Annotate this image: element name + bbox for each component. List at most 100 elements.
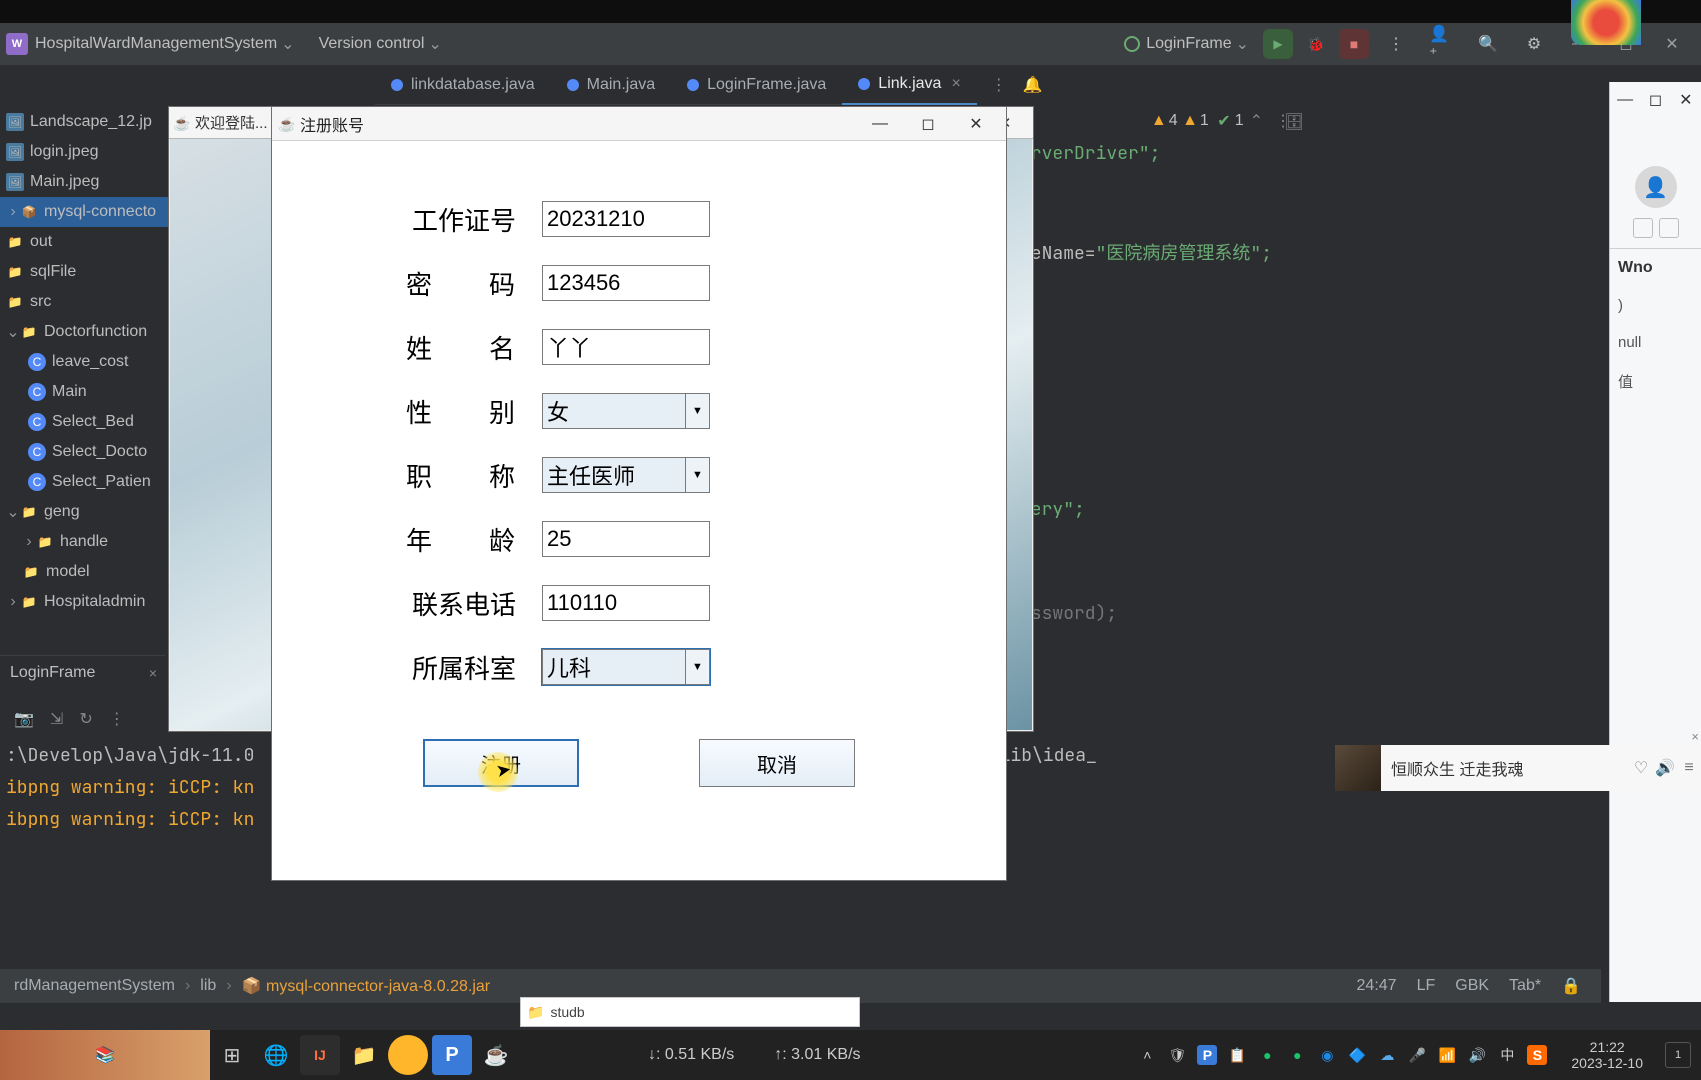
indent-setting[interactable]: Tab* <box>1509 977 1541 995</box>
tool-tab-close-icon[interactable]: × <box>149 665 157 681</box>
tree-class-select-doctor[interactable]: Select_Docto <box>0 437 170 467</box>
stop-button[interactable] <box>1339 29 1369 59</box>
tray-wifi-icon[interactable]: 📶 <box>1437 1045 1457 1065</box>
console-more-icon[interactable]: ⋮ <box>109 709 125 729</box>
tree-class-select-patient[interactable]: Select_Patien <box>0 467 170 497</box>
tray-mic-icon[interactable]: 🎤 <box>1407 1045 1427 1065</box>
register-minimize-button[interactable]: — <box>856 108 904 140</box>
tray-p-icon[interactable]: P <box>1197 1045 1217 1065</box>
tree-folder-sqlfile[interactable]: sqlFile <box>0 257 170 287</box>
settings-gear-icon[interactable]: ⚙ <box>1521 31 1547 57</box>
search-icon[interactable]: 🔍 <box>1475 31 1501 57</box>
taskbar-explorer-icon[interactable] <box>344 1035 384 1075</box>
avatar-placeholder[interactable]: 👤 <box>1635 166 1677 208</box>
caret-position[interactable]: 24:47 <box>1357 977 1397 995</box>
register-close-button[interactable]: ✕ <box>952 108 1000 140</box>
tree-pkg-hospitaladmin[interactable]: ›Hospitaladmin <box>0 587 170 617</box>
tray-app1-icon[interactable]: 📋 <box>1227 1045 1247 1065</box>
collab-icon[interactable]: 👤⁺ <box>1429 31 1455 57</box>
file-encoding[interactable]: GBK <box>1455 977 1489 995</box>
tab-main[interactable]: Main.java <box>551 65 671 105</box>
tray-expand-icon[interactable]: ˄ <box>1137 1045 1157 1065</box>
tree-pkg-geng[interactable]: ⌄geng <box>0 497 170 527</box>
tab-link[interactable]: Link.java× <box>842 65 977 105</box>
tree-pkg-doctorfunction[interactable]: ⌄Doctorfunction <box>0 317 170 347</box>
view-toggle-1[interactable] <box>1633 218 1653 238</box>
console-camera-icon[interactable]: 📷 <box>14 709 34 729</box>
debug-button[interactable] <box>1301 29 1331 59</box>
tree-class-main[interactable]: Main <box>0 377 170 407</box>
taskbar-java-icon[interactable] <box>476 1035 516 1075</box>
breadcrumb-file[interactable]: 📦 mysql-connector-java-8.0.28.jar <box>242 976 490 996</box>
run-config-selector[interactable]: LoginFrame ⌄ <box>1124 34 1249 54</box>
editor-more-icon[interactable]: ⋮ <box>991 75 1007 95</box>
right-close-button[interactable]: ✕ <box>1671 84 1701 116</box>
register-cancel-button[interactable]: 取消 <box>699 739 855 787</box>
nav-updown-icon[interactable]: ⌃ <box>1250 111 1263 131</box>
project-dropdown-icon[interactable]: ⌄ <box>281 34 294 54</box>
music-close-icon[interactable]: × <box>1691 729 1699 744</box>
tray-wechat-icon[interactable]: ● <box>1257 1045 1277 1065</box>
tab-close-icon[interactable]: × <box>951 75 960 93</box>
run-button[interactable] <box>1263 29 1293 59</box>
breadcrumb-lib[interactable]: lib <box>200 977 216 995</box>
right-ide-window[interactable]: — ◻ ✕ 👤 Wno ) null 值 <box>1609 82 1701 1002</box>
register-titlebar[interactable]: 注册账号 — ◻ ✕ <box>272 107 1006 141</box>
music-mini-player[interactable]: × 恒顺众生 迁走我魂 ♡ 🔊 ≡ <box>1335 745 1701 791</box>
project-tree[interactable]: Landscape_12.jp login.jpeg Main.jpeg ›my… <box>0 107 170 617</box>
more-actions-icon[interactable]: ⋮ <box>1383 31 1409 57</box>
register-maximize-button[interactable]: ◻ <box>904 108 952 140</box>
tree-class-select-bed[interactable]: Select_Bed <box>0 407 170 437</box>
version-control-dropdown-icon[interactable]: ⌄ <box>428 34 441 54</box>
tray-onedrive-icon[interactable]: ☁ <box>1377 1045 1397 1065</box>
tray-shield-icon[interactable]: 🛡 <box>1167 1045 1187 1065</box>
project-name[interactable]: HospitalWardManagementSystem <box>35 35 277 53</box>
taskbar-app-icon[interactable] <box>388 1035 428 1075</box>
name-input[interactable] <box>542 329 710 365</box>
tool-window-tab[interactable]: LoginFrame × <box>0 655 165 689</box>
start-menu[interactable]: 📚 <box>0 1030 210 1080</box>
line-separator[interactable]: LF <box>1417 977 1436 995</box>
tree-file-main-img[interactable]: Main.jpeg <box>0 167 170 197</box>
windows-taskbar[interactable]: 📚 ⊞ IJ P ↓: 0.51 KB/s ↑: 3.01 KB/s ˄ 🛡 P… <box>0 1030 1701 1080</box>
tray-edge-icon[interactable]: ◉ <box>1317 1045 1337 1065</box>
readonly-lock-icon[interactable]: 🔒 <box>1561 976 1581 996</box>
department-select[interactable]: 儿科▼ <box>542 649 710 685</box>
tray-sogou-icon[interactable]: S <box>1527 1045 1547 1065</box>
gender-select[interactable]: 女▼ <box>542 393 710 429</box>
notifications-icon[interactable]: 🔔 <box>1023 75 1043 95</box>
tab-linkdatabase[interactable]: linkdatabase.java <box>375 65 551 105</box>
taskbar-chrome-icon[interactable] <box>256 1035 296 1075</box>
notification-center-icon[interactable]: 1 <box>1665 1042 1691 1068</box>
breadcrumb-project[interactable]: rdManagementSystem <box>14 977 175 995</box>
dropdown-arrow-icon[interactable]: ▼ <box>685 650 709 684</box>
tab-loginframe[interactable]: LoginFrame.java <box>671 65 842 105</box>
tree-folder-src[interactable]: src <box>0 287 170 317</box>
tray-volume-icon[interactable]: 🔊 <box>1467 1045 1487 1065</box>
right-minimize-button[interactable]: — <box>1610 84 1640 116</box>
task-view-icon[interactable]: ⊞ <box>212 1035 252 1075</box>
close-button[interactable]: ✕ <box>1649 26 1695 62</box>
taskbar-intellij-icon[interactable]: IJ <box>300 1035 340 1075</box>
db-toolwindow-icon[interactable]: 🗄 <box>1283 111 1305 133</box>
dropdown-arrow-icon[interactable]: ▼ <box>685 394 709 428</box>
taskbar-clock[interactable]: 21:22 2023-12-10 <box>1571 1039 1643 1071</box>
tree-file-landscape[interactable]: Landscape_12.jp <box>0 107 170 137</box>
chrome-icon[interactable] <box>1571 0 1641 45</box>
console-scroll-icon[interactable]: ↻ <box>79 709 92 729</box>
music-like-icon[interactable]: ♡ <box>1629 758 1653 778</box>
explorer-strip[interactable]: 📁studb <box>520 997 860 1027</box>
phone-input[interactable] <box>542 585 710 621</box>
dropdown-arrow-icon[interactable]: ▼ <box>685 458 709 492</box>
console-export-icon[interactable]: ⇲ <box>50 709 63 729</box>
work-id-input[interactable] <box>542 201 710 237</box>
system-tray[interactable]: ˄ 🛡 P 📋 ● ● ◉ 🔷 ☁ 🎤 📶 🔊 中 S 21:22 2023-1… <box>1137 1039 1701 1071</box>
age-input[interactable] <box>542 521 710 557</box>
view-toggle-2[interactable] <box>1659 218 1679 238</box>
tree-file-mysql-jar[interactable]: ›mysql-connecto <box>0 197 170 227</box>
title-select[interactable]: 主任医师▼ <box>542 457 710 493</box>
column-header-wno[interactable]: Wno <box>1610 248 1701 277</box>
password-input[interactable] <box>542 265 710 301</box>
music-playlist-icon[interactable]: ≡ <box>1677 759 1701 777</box>
tree-pkg-handle[interactable]: ›handle <box>0 527 170 557</box>
